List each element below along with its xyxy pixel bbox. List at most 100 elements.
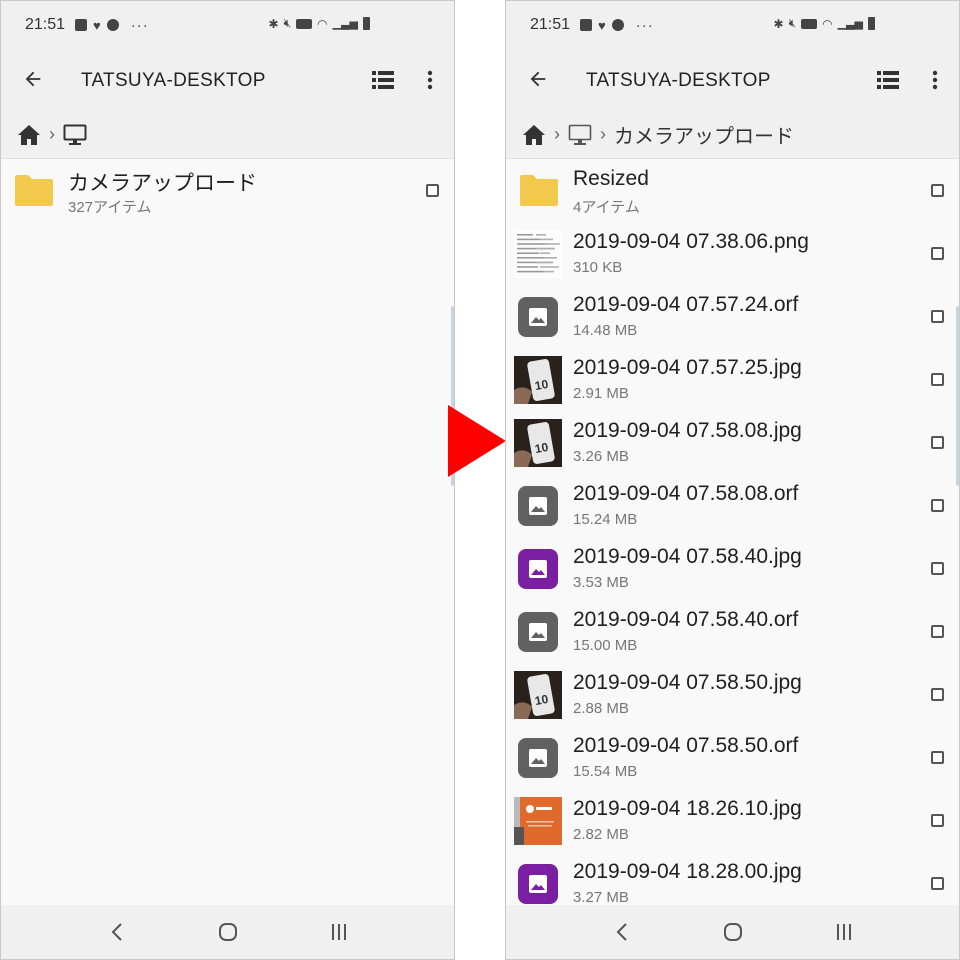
folder-row[interactable]: Resized 4アイテム [506,159,959,222]
select-checkbox[interactable] [426,184,439,197]
back-arrow-icon [530,71,546,87]
select-checkbox[interactable] [931,247,944,260]
gallery-notification-icon [75,19,88,31]
select-checkbox[interactable] [931,373,944,386]
document-thumbnail [514,230,562,278]
item-meta: 327アイテム [68,199,152,216]
item-meta: 15.54 MB [573,763,638,780]
nav-recents-button[interactable] [824,912,864,952]
file-row[interactable]: 2019-09-04 07.58.40.jpg 3.53 MB [506,537,959,600]
image-icon [518,486,558,526]
item-name: 2019-09-04 18.28.00.jpg [573,860,802,883]
select-checkbox[interactable] [931,184,944,197]
signal-icon: ▁▃▅ [837,18,863,30]
nav-back-button[interactable] [97,912,137,952]
status-time: 21:51 [530,16,571,33]
select-checkbox[interactable] [931,751,944,764]
list-view-button[interactable] [370,67,396,93]
volte-icon [801,18,818,29]
nav-home-button[interactable] [208,912,248,952]
more-options-button[interactable] [418,67,442,93]
file-row[interactable]: 2019-09-04 07.58.40.orf 15.00 MB [506,600,959,663]
battery-icon [868,17,875,30]
item-meta: 3.26 MB [573,448,629,465]
page-title: TATSUYA-DESKTOP [81,70,266,91]
select-checkbox[interactable] [931,310,944,323]
edge-panel-handle[interactable] [956,306,959,486]
phone-screen-after: 21:51 ♥ ··· ✱ 🔇︎ ◠ ▁▃▅ TATSUYA-DESKTOP ›… [505,0,960,960]
item-name: 2019-09-04 07.58.40.orf [573,608,799,631]
navigation-bar [506,905,959,959]
home-icon [18,124,40,145]
file-row[interactable]: 2019-09-04 07.58.08.orf 15.24 MB [506,474,959,537]
file-list: カメラアップロード 327アイテム [1,159,454,222]
item-meta: 3.53 MB [573,574,629,591]
svg-text:10: 10 [534,440,550,456]
select-checkbox[interactable] [931,688,944,701]
breadcrumb-home[interactable] [522,124,546,146]
item-meta: 2.88 MB [573,700,629,717]
chevron-right-icon: › [49,124,55,144]
chevron-left-icon [111,923,122,941]
nav-home-button[interactable] [713,912,753,952]
back-button[interactable] [524,65,552,93]
item-meta: 2.91 MB [573,385,629,402]
item-name: 2019-09-04 18.26.10.jpg [573,797,802,820]
transition-arrow-icon [448,405,506,477]
file-row[interactable]: 2019-09-04 07.58.50.orf 15.54 MB [506,726,959,789]
chevron-left-icon [616,923,627,941]
more-options-button[interactable] [923,67,947,93]
select-checkbox[interactable] [931,436,944,449]
back-button[interactable] [19,65,47,93]
item-meta: 15.24 MB [573,511,638,528]
file-row[interactable]: 2019-09-04 18.26.10.jpg 2.82 MB [506,789,959,852]
select-checkbox[interactable] [931,877,944,890]
file-row[interactable]: 2019-09-04 07.57.24.orf 14.48 MB [506,285,959,348]
phone-screen-before: 21:51 ♥ ··· ✱ 🔇︎ ◠ ▁▃▅ TATSUYA-DESKTOP ›… [0,0,455,960]
item-name: カメラアップロード [68,172,257,195]
purple-image-icon [518,549,558,589]
signal-icon: ▁▃▅ [332,18,358,30]
file-row[interactable]: 2019-09-04 07.38.06.png 310 KB [506,222,959,285]
item-meta: 15.00 MB [573,637,638,654]
home-circle-icon [723,923,742,941]
item-name: 2019-09-04 07.58.40.jpg [573,545,802,568]
item-name: 2019-09-04 07.58.50.orf [573,734,799,757]
select-checkbox[interactable] [931,499,944,512]
nav-back-button[interactable] [602,912,642,952]
breadcrumb-current-folder[interactable]: カメラアップロード [614,120,794,149]
select-checkbox[interactable] [931,625,944,638]
select-checkbox[interactable] [931,562,944,575]
heart-icon: ♥ [93,17,101,33]
folder-row[interactable]: カメラアップロード 327アイテム [1,159,454,222]
volte-icon [296,18,313,29]
breadcrumb-home[interactable] [17,124,41,146]
item-name: Resized [573,167,649,190]
page-title: TATSUYA-DESKTOP [586,70,771,91]
more-notifications-icon: ··· [635,16,654,34]
file-row[interactable]: 10 2019-09-04 07.58.50.jpg 2.88 MB [506,663,959,726]
folder-icon [518,173,560,207]
list-view-button[interactable] [875,67,901,93]
breadcrumb-computer[interactable] [63,124,87,146]
breadcrumb-computer[interactable] [568,124,592,146]
more-vert-icon [427,70,433,90]
more-notifications-icon: ··· [130,16,149,34]
home-icon [523,124,545,145]
file-row[interactable]: 10 2019-09-04 07.57.25.jpg 2.91 MB [506,348,959,411]
file-row[interactable]: 10 2019-09-04 07.58.08.jpg 3.26 MB [506,411,959,474]
app-bar: TATSUYA-DESKTOP [506,49,959,111]
app-bar: TATSUYA-DESKTOP [1,49,454,111]
recents-icon [331,924,346,940]
chat-bubble-icon [106,19,119,31]
phone-photo-thumbnail: 10 [514,419,562,467]
chat-bubble-icon [611,19,624,31]
nav-recents-button[interactable] [319,912,359,952]
navigation-bar [1,905,454,959]
item-meta: 3.27 MB [573,889,629,906]
purple-image-icon [518,864,558,904]
avast-photo-thumbnail [514,797,562,845]
select-checkbox[interactable] [931,814,944,827]
heart-icon: ♥ [598,17,606,33]
item-meta: 4アイテム [573,199,640,216]
